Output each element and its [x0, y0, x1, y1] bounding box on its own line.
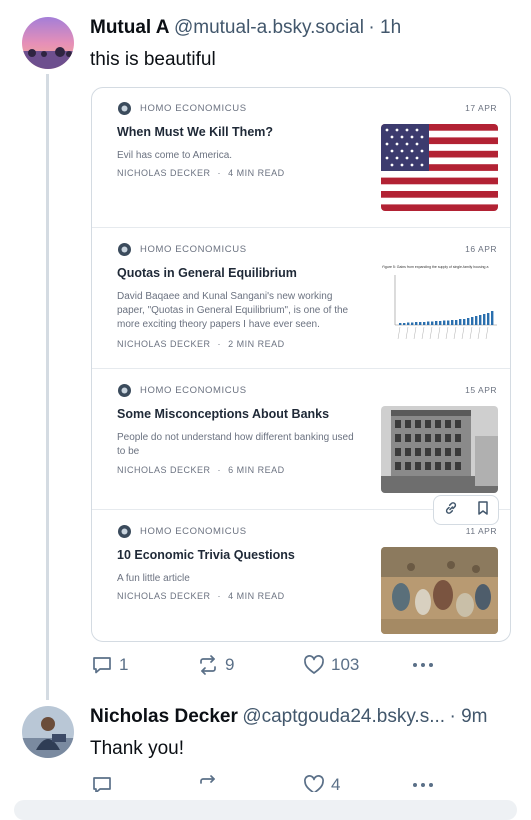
figure-bar-chart-icon: [394, 275, 497, 340]
article-entry[interactable]: HOMO ECONOMICUS 16 APR Quotas in General…: [92, 229, 510, 370]
divider: [92, 227, 510, 228]
article-author: NICHOLAS DECKER: [117, 168, 211, 178]
article-subtitle-line: People do not understand how different b…: [117, 432, 354, 443]
like-button[interactable]: 4: [303, 774, 340, 792]
article-thumbnail-flag: [381, 124, 498, 211]
publication-name: HOMO ECONOMICUS: [140, 244, 247, 255]
article-read-time: 6 MIN READ: [228, 465, 285, 475]
article-title[interactable]: 10 Economic Trivia Questions: [117, 548, 295, 562]
publication-name: HOMO ECONOMICUS: [140, 385, 247, 396]
article-meta: NICHOLAS DECKER · 4 MIN READ: [117, 591, 285, 601]
repost-count: 9: [225, 655, 235, 674]
repost-button[interactable]: 9: [197, 654, 234, 676]
article-date: 11 APR: [465, 526, 497, 536]
link-icon[interactable]: [443, 500, 459, 521]
publication-name: HOMO ECONOMICUS: [140, 103, 247, 114]
article-entry[interactable]: HOMO ECONOMICUS 15 APR Some Misconceptio…: [92, 370, 510, 511]
like-count: 103: [331, 655, 360, 674]
article-read-time: 2 MIN READ: [228, 339, 285, 349]
article-subtitle-line: to be: [117, 446, 140, 457]
article-entry[interactable]: HOMO ECONOMICUS 11 APR 10 Economic Trivi…: [92, 511, 510, 641]
divider: [92, 368, 510, 369]
article-thumbnail-figure: Figure 5: Gains from expanding the suppl…: [381, 265, 498, 352]
article-title[interactable]: When Must We Kill Them?: [117, 125, 273, 139]
post-time[interactable]: · 9m: [450, 706, 488, 727]
like-count: 4: [331, 775, 341, 792]
publication-logo-icon: [118, 102, 131, 115]
post-time[interactable]: · 1h: [368, 17, 401, 38]
author-handle[interactable]: @captgouda24.bsky.s...: [242, 706, 445, 727]
article-meta: NICHOLAS DECKER · 2 MIN READ: [117, 339, 285, 349]
figure-caption: Figure 5: Gains from expanding the suppl…: [382, 265, 489, 269]
article-thumbnail-photo: [381, 406, 498, 493]
article-entry[interactable]: HOMO ECONOMICUS 17 APR When Must We Kill…: [92, 88, 510, 229]
article-date: 15 APR: [465, 385, 497, 395]
author-name[interactable]: Nicholas Decker: [90, 706, 238, 727]
more-options-button[interactable]: [411, 654, 435, 676]
reply-button[interactable]: 1: [91, 654, 128, 676]
article-subtitle-line: paper, "Quotas in General Equilibrium", …: [117, 305, 349, 316]
post2-actions: 4: [0, 772, 531, 792]
article-date: 17 APR: [465, 103, 497, 113]
more-options-button[interactable]: [411, 774, 435, 792]
article-subtitle: Evil has come to America.: [117, 150, 233, 161]
avatar-nicholas-decker[interactable]: [22, 706, 74, 758]
reply-count: 1: [119, 655, 129, 674]
article-subtitle-line: David Baqaee and Kunal Sangani's new wor…: [117, 291, 333, 302]
post-header: Nicholas Decker @captgouda24.bsky.s... ·…: [90, 706, 488, 728]
more-icon: [413, 783, 433, 787]
post-header: Mutual A @mutual-a.bsky.social · 1h: [90, 17, 401, 39]
article-author: NICHOLAS DECKER: [117, 465, 211, 475]
like-button[interactable]: 103: [303, 654, 359, 676]
heart-icon: [304, 655, 324, 674]
article-thumbnail-painting: [381, 547, 498, 634]
article-subtitle: A fun little article: [117, 573, 190, 584]
heart-icon: [304, 775, 324, 792]
post-text: Thank you!: [90, 738, 184, 759]
reply-icon: [93, 777, 111, 792]
thread-line: [46, 74, 49, 700]
article-title[interactable]: Quotas in General Equilibrium: [117, 266, 297, 280]
publication-logo-icon: [118, 384, 131, 397]
repost-button[interactable]: [197, 774, 219, 792]
repost-icon: [200, 655, 216, 675]
author-handle[interactable]: @mutual-a.bsky.social: [174, 17, 364, 38]
article-meta: NICHOLAS DECKER · 6 MIN READ: [117, 465, 285, 475]
reply-icon: [93, 657, 111, 674]
link-card[interactable]: HOMO ECONOMICUS 17 APR When Must We Kill…: [91, 87, 511, 642]
article-read-time: 4 MIN READ: [228, 168, 285, 178]
repost-icon: [200, 775, 215, 784]
publication-name: HOMO ECONOMICUS: [140, 526, 247, 537]
author-name[interactable]: Mutual A: [90, 17, 170, 38]
article-meta: NICHOLAS DECKER · 4 MIN READ: [117, 168, 285, 178]
article-subtitle-line: more exciting theory papers I have ever …: [117, 319, 320, 330]
article-date: 16 APR: [465, 244, 497, 254]
publication-logo-icon: [118, 525, 131, 538]
reply-button[interactable]: [91, 774, 113, 792]
post-text: this is beautiful: [90, 49, 216, 70]
article-author: NICHOLAS DECKER: [117, 339, 211, 349]
card-floating-actions: [433, 495, 499, 525]
reply-composer-bar[interactable]: [14, 800, 517, 820]
bookmark-icon[interactable]: [476, 500, 490, 521]
article-author: NICHOLAS DECKER: [117, 591, 211, 601]
avatar-mutual-a[interactable]: [22, 17, 74, 69]
article-read-time: 4 MIN READ: [228, 591, 285, 601]
article-title[interactable]: Some Misconceptions About Banks: [117, 407, 329, 421]
publication-logo-icon: [118, 243, 131, 256]
more-icon: [413, 663, 433, 667]
